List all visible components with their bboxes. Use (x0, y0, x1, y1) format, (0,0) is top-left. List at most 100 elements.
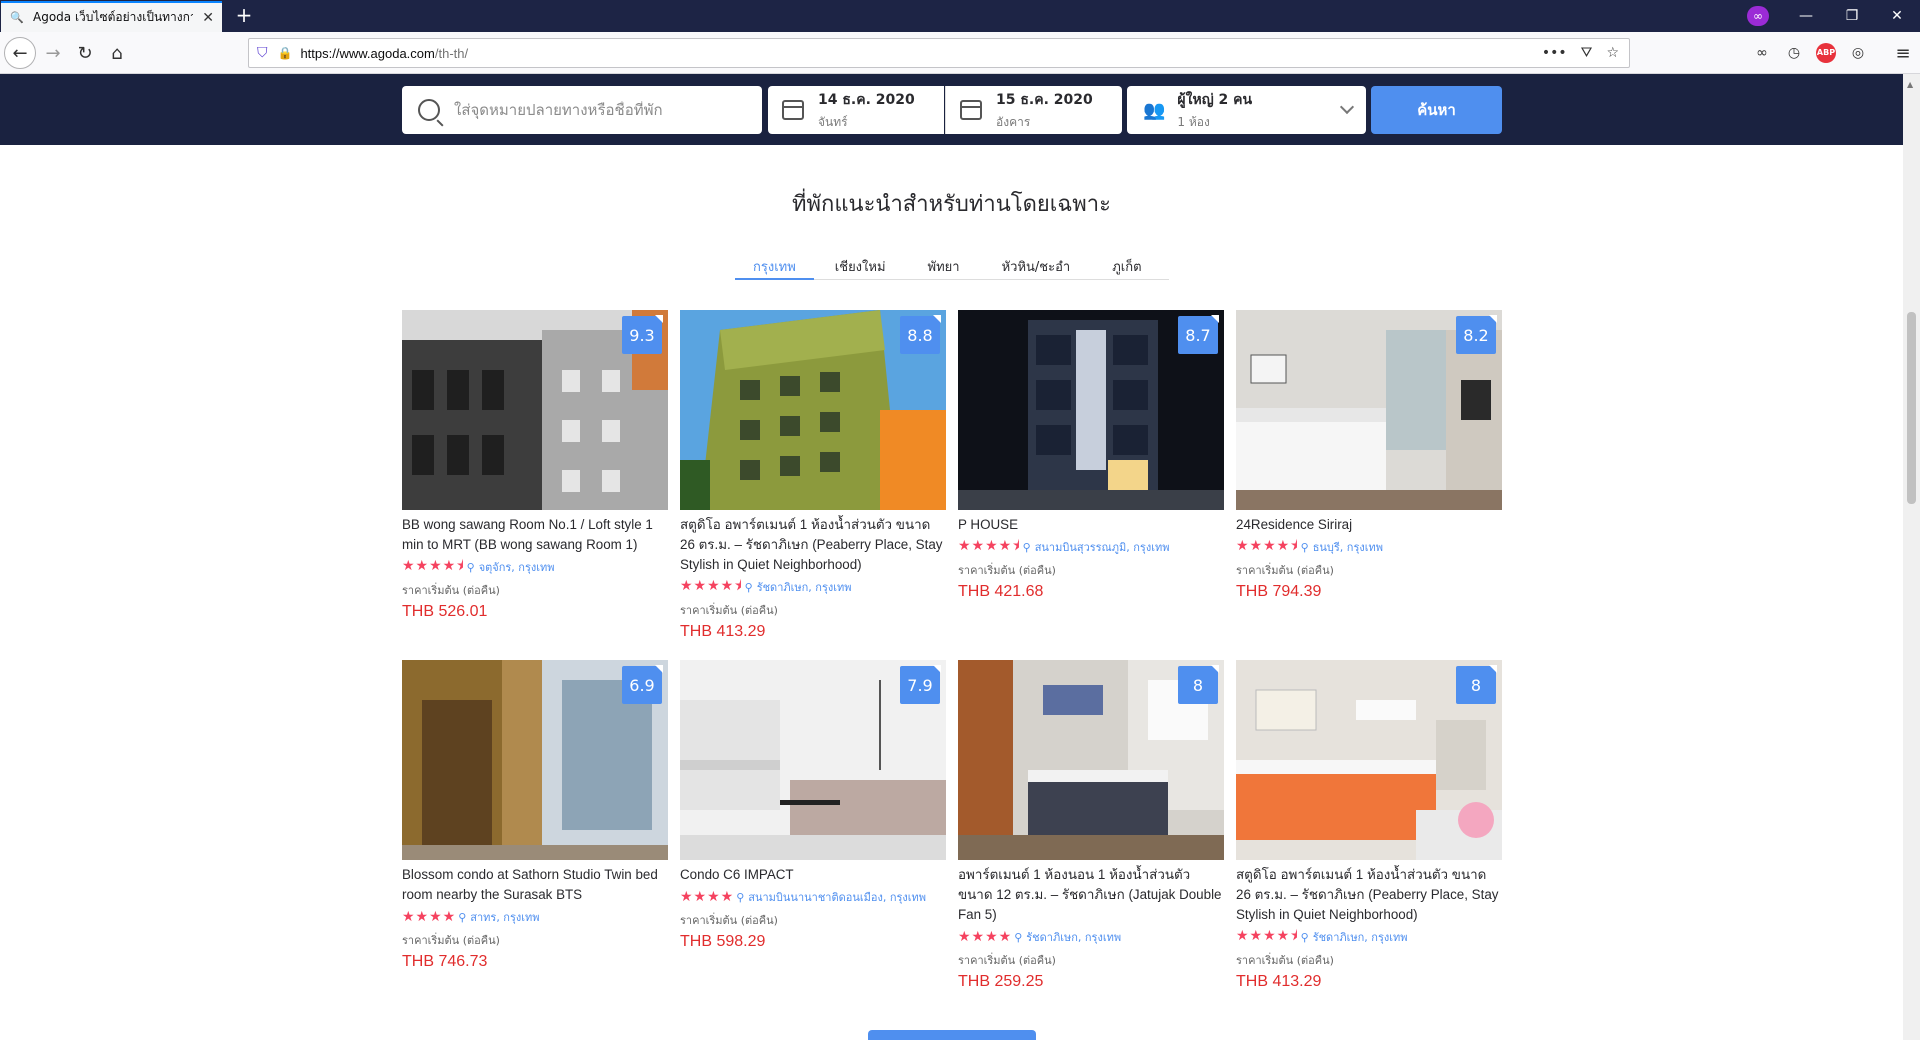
property-photo[interactable]: 8 (1236, 660, 1502, 860)
property-card[interactable]: 8.2 24Residence Siriraj ★★★★⯨ ⚲ ธนบุรี, … (1236, 310, 1502, 601)
review-score-badge: 7.9 (900, 665, 941, 704)
review-score-badge: 8.2 (1456, 315, 1497, 354)
close-tab-icon[interactable]: ✕ (202, 10, 214, 26)
location-pin-icon: ⚲ (1014, 930, 1023, 944)
people-icon: 👥 (1143, 99, 1166, 121)
property-name[interactable]: สตูดิโอ อพาร์ตเมนต์ 1 ห้องน้ำส่วนตัว ขนา… (1236, 865, 1502, 925)
calendar-checkin-icon (782, 100, 804, 120)
property-photo[interactable]: 8.2 (1236, 310, 1502, 510)
scrollbar-thumb[interactable] (1907, 312, 1916, 504)
home-button[interactable]: ⌂ (102, 38, 132, 68)
star-rating: ★★★★⯨ (680, 578, 743, 594)
price-from-label: ราคาเริ่มต้น (ต่อคืน) (1236, 954, 1334, 967)
checkin-field[interactable]: 14 ธ.ค. 2020 จันทร์ (768, 86, 944, 134)
checkin-day: จันทร์ (818, 114, 848, 129)
search-button[interactable]: ค้นหา (1371, 86, 1502, 134)
page-scrollbar[interactable]: ▲ (1903, 74, 1920, 1040)
property-card[interactable]: 7.9 Condo C6 IMPACT ★★★★ ⚲ สนามบินนานาชา… (680, 660, 946, 951)
agoda-favicon-icon: 🔍 (10, 11, 24, 24)
location-pin-icon: ⚲ (1300, 540, 1309, 554)
property-card[interactable]: 6.9 Blossom condo at Sathorn Studio Twin… (402, 660, 668, 971)
property-price: THB 746.73 (402, 953, 488, 970)
destination-input[interactable] (454, 101, 734, 119)
checkin-date: 14 ธ.ค. 2020 (818, 91, 915, 108)
url-host: https://www.agoda.com (300, 45, 435, 61)
browser-tab-agoda[interactable]: 🔍 Agoda เว็บไซต์อย่างเป็นทางการ ✕ (1, 1, 222, 32)
location-pin-icon: ⚲ (1022, 540, 1031, 554)
property-card[interactable]: 8.7 P HOUSE ★★★★⯨ ⚲ สนามบินสุวรรณภูมิ, ก… (958, 310, 1224, 601)
property-card[interactable]: 8 สตูดิโอ อพาร์ตเมนต์ 1 ห้องน้ำส่วนตัว ข… (1236, 660, 1502, 991)
property-name[interactable]: 24Residence Siriraj (1236, 515, 1502, 535)
tab-phuket[interactable]: ภูเก็ต (1091, 256, 1162, 280)
url-text[interactable]: https://www.agoda.com/th-th/ (300, 46, 468, 61)
property-photo[interactable]: 8.7 (958, 310, 1224, 510)
property-card[interactable]: 8 อพาร์ตเมนต์ 1 ห้องนอน 1 ห้องน้ำส่วนตัว… (958, 660, 1224, 991)
tab-bangkok[interactable]: กรุงเทพ (735, 256, 814, 280)
pocket-icon[interactable]: ⛛ (1581, 45, 1593, 61)
property-location[interactable]: รัชดาภิเษก, กรุงเทพ (1313, 928, 1408, 946)
bookmark-star-icon[interactable]: ☆ (1606, 45, 1619, 61)
location-pin-icon: ⚲ (458, 910, 467, 924)
review-score-badge: 6.9 (622, 665, 663, 704)
forward-button[interactable]: → (38, 38, 68, 68)
property-name[interactable]: สตูดิโอ อพาร์ตเมนต์ 1 ห้องน้ำส่วนตัว ขนา… (680, 515, 946, 575)
maximize-button[interactable]: ❐ (1829, 0, 1875, 32)
property-name[interactable]: Blossom condo at Sathorn Studio Twin bed… (402, 865, 668, 905)
guests-selector[interactable]: 👥 ผู้ใหญ่ 2 คน 1 ห้อง (1127, 86, 1366, 134)
calendar-checkout-icon (960, 100, 982, 120)
property-card[interactable]: 9.3 BB wong sawang Room No.1 / Loft styl… (402, 310, 668, 621)
property-location[interactable]: รัชดาภิเษก, กรุงเทพ (757, 578, 852, 596)
page-actions-icon[interactable]: ••• (1542, 45, 1567, 61)
property-location[interactable]: รัชดาภิเษก, กรุงเทพ (1026, 928, 1121, 946)
property-photo[interactable]: 7.9 (680, 660, 946, 860)
lock-icon[interactable]: 🔒 (278, 46, 293, 60)
review-score-badge: 8 (1178, 665, 1219, 704)
property-name[interactable]: อพาร์ตเมนต์ 1 ห้องนอน 1 ห้องน้ำส่วนตัว ข… (958, 865, 1224, 925)
tab-chiang-mai[interactable]: เชียงใหม่ (814, 256, 907, 280)
history-clock-icon[interactable]: ◷ (1784, 43, 1804, 63)
tab-pattaya[interactable]: พัทยา (907, 256, 981, 280)
property-price: THB 421.68 (958, 583, 1044, 600)
new-tab-button[interactable]: + (232, 5, 256, 27)
property-photo[interactable]: 8 (958, 660, 1224, 860)
tab-hua-hin[interactable]: หัวหิน/ชะอำ (981, 256, 1092, 280)
location-pin-icon: ⚲ (736, 890, 745, 904)
property-name[interactable]: BB wong sawang Room No.1 / Loft style 1 … (402, 515, 668, 555)
property-card[interactable]: 8.8 สตูดิโอ อพาร์ตเมนต์ 1 ห้องน้ำส่วนตัว… (680, 310, 946, 641)
property-photo[interactable]: 9.3 (402, 310, 668, 510)
rooms-count: 1 ห้อง (1177, 114, 1210, 129)
extension-icon[interactable]: ◎ (1848, 43, 1868, 63)
property-name[interactable]: Condo C6 IMPACT (680, 865, 946, 885)
property-photo[interactable]: 8.8 (680, 310, 946, 510)
property-location[interactable]: ธนบุรี, กรุงเทพ (1313, 538, 1383, 556)
property-price: THB 413.29 (680, 623, 766, 640)
property-location[interactable]: สนามบินนานาชาติดอนเมือง, กรุงเทพ (748, 888, 926, 906)
back-button[interactable]: ← (4, 37, 36, 69)
private-mask-icon[interactable]: ∞ (1747, 6, 1769, 26)
price-from-label: ราคาเริ่มต้น (ต่อคืน) (958, 564, 1056, 577)
close-window-button[interactable]: ✕ (1874, 0, 1920, 32)
star-rating: ★★★★⯨ (958, 538, 1021, 554)
see-more-button[interactable] (868, 1030, 1036, 1040)
price-from-label: ราคาเริ่มต้น (ต่อคืน) (958, 954, 1056, 967)
property-location[interactable]: สาทร, กรุงเทพ (470, 908, 539, 926)
checkout-field[interactable]: 15 ธ.ค. 2020 อังคาร (945, 86, 1122, 134)
property-price: THB 794.39 (1236, 583, 1322, 600)
property-location[interactable]: สนามบินสุวรรณภูมิ, กรุงเทพ (1035, 538, 1170, 556)
property-photo[interactable]: 6.9 (402, 660, 668, 860)
review-score-badge: 9.3 (622, 315, 663, 354)
price-from-label: ราคาเริ่มต้น (ต่อคืน) (402, 934, 500, 947)
menu-hamburger-icon[interactable]: ≡ (1888, 38, 1918, 68)
minimize-button[interactable]: — (1783, 0, 1829, 32)
property-name[interactable]: P HOUSE (958, 515, 1224, 535)
reload-button[interactable]: ↻ (70, 38, 100, 68)
adblock-plus-icon[interactable]: ABP (1816, 43, 1836, 63)
url-bar[interactable]: ⛉ 🔒 https://www.agoda.com/th-th/ ••• ⛛ ☆ (248, 38, 1630, 68)
scroll-up-icon[interactable]: ▲ (1907, 80, 1913, 89)
reader-glasses-icon[interactable]: ∞ (1752, 43, 1772, 63)
tracking-shield-icon[interactable]: ⛉ (257, 45, 268, 61)
property-location[interactable]: จตุจักร, กรุงเทพ (479, 558, 555, 576)
destination-field[interactable] (402, 86, 762, 134)
location-pin-icon: ⚲ (1300, 930, 1309, 944)
search-band: 14 ธ.ค. 2020 จันทร์ 15 ธ.ค. 2020 อังคาร … (0, 74, 1920, 145)
